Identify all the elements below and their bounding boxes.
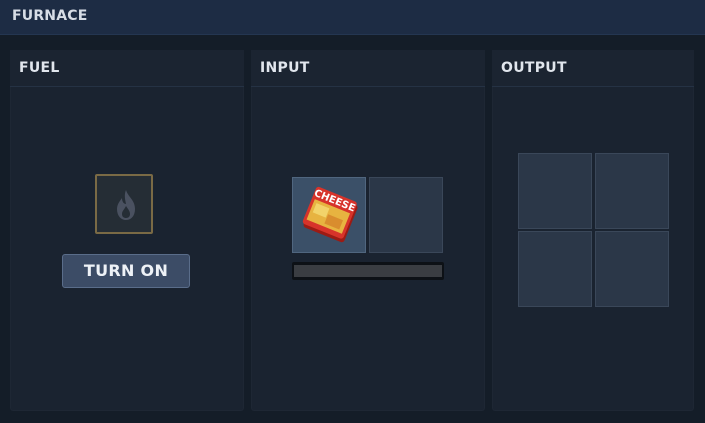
output-slot[interactable] <box>595 153 669 229</box>
input-slot[interactable]: CHEESE <box>292 177 366 253</box>
input-panel-title: INPUT <box>260 60 310 76</box>
flame-icon <box>117 190 135 220</box>
input-panel-header: INPUT <box>251 50 485 87</box>
output-slot[interactable] <box>518 153 592 229</box>
fuel-panel-header: FUEL <box>10 50 244 87</box>
input-slot-empty[interactable] <box>369 177 443 253</box>
output-panel: OUTPUT <box>492 50 694 411</box>
title-bar: FURNACE <box>0 0 705 35</box>
output-panel-header: OUTPUT <box>492 50 694 87</box>
input-panel: INPUT CHEESE <box>251 50 485 411</box>
smelt-progress-bar <box>292 262 444 280</box>
fuel-panel-title: FUEL <box>19 60 60 76</box>
furnace-window: FURNACE FUEL TURN ON INPUT CHEESE OUTPUT <box>0 0 705 423</box>
window-title: FURNACE <box>12 8 88 24</box>
output-slot[interactable] <box>518 231 592 307</box>
turn-on-button[interactable]: TURN ON <box>62 254 190 288</box>
fuel-panel: FUEL TURN ON <box>10 50 244 411</box>
fuel-slot[interactable] <box>95 174 153 234</box>
cheese-box-icon: CHEESE <box>302 186 358 243</box>
output-slot[interactable] <box>595 231 669 307</box>
output-panel-title: OUTPUT <box>501 60 567 76</box>
progress-track <box>294 265 442 277</box>
